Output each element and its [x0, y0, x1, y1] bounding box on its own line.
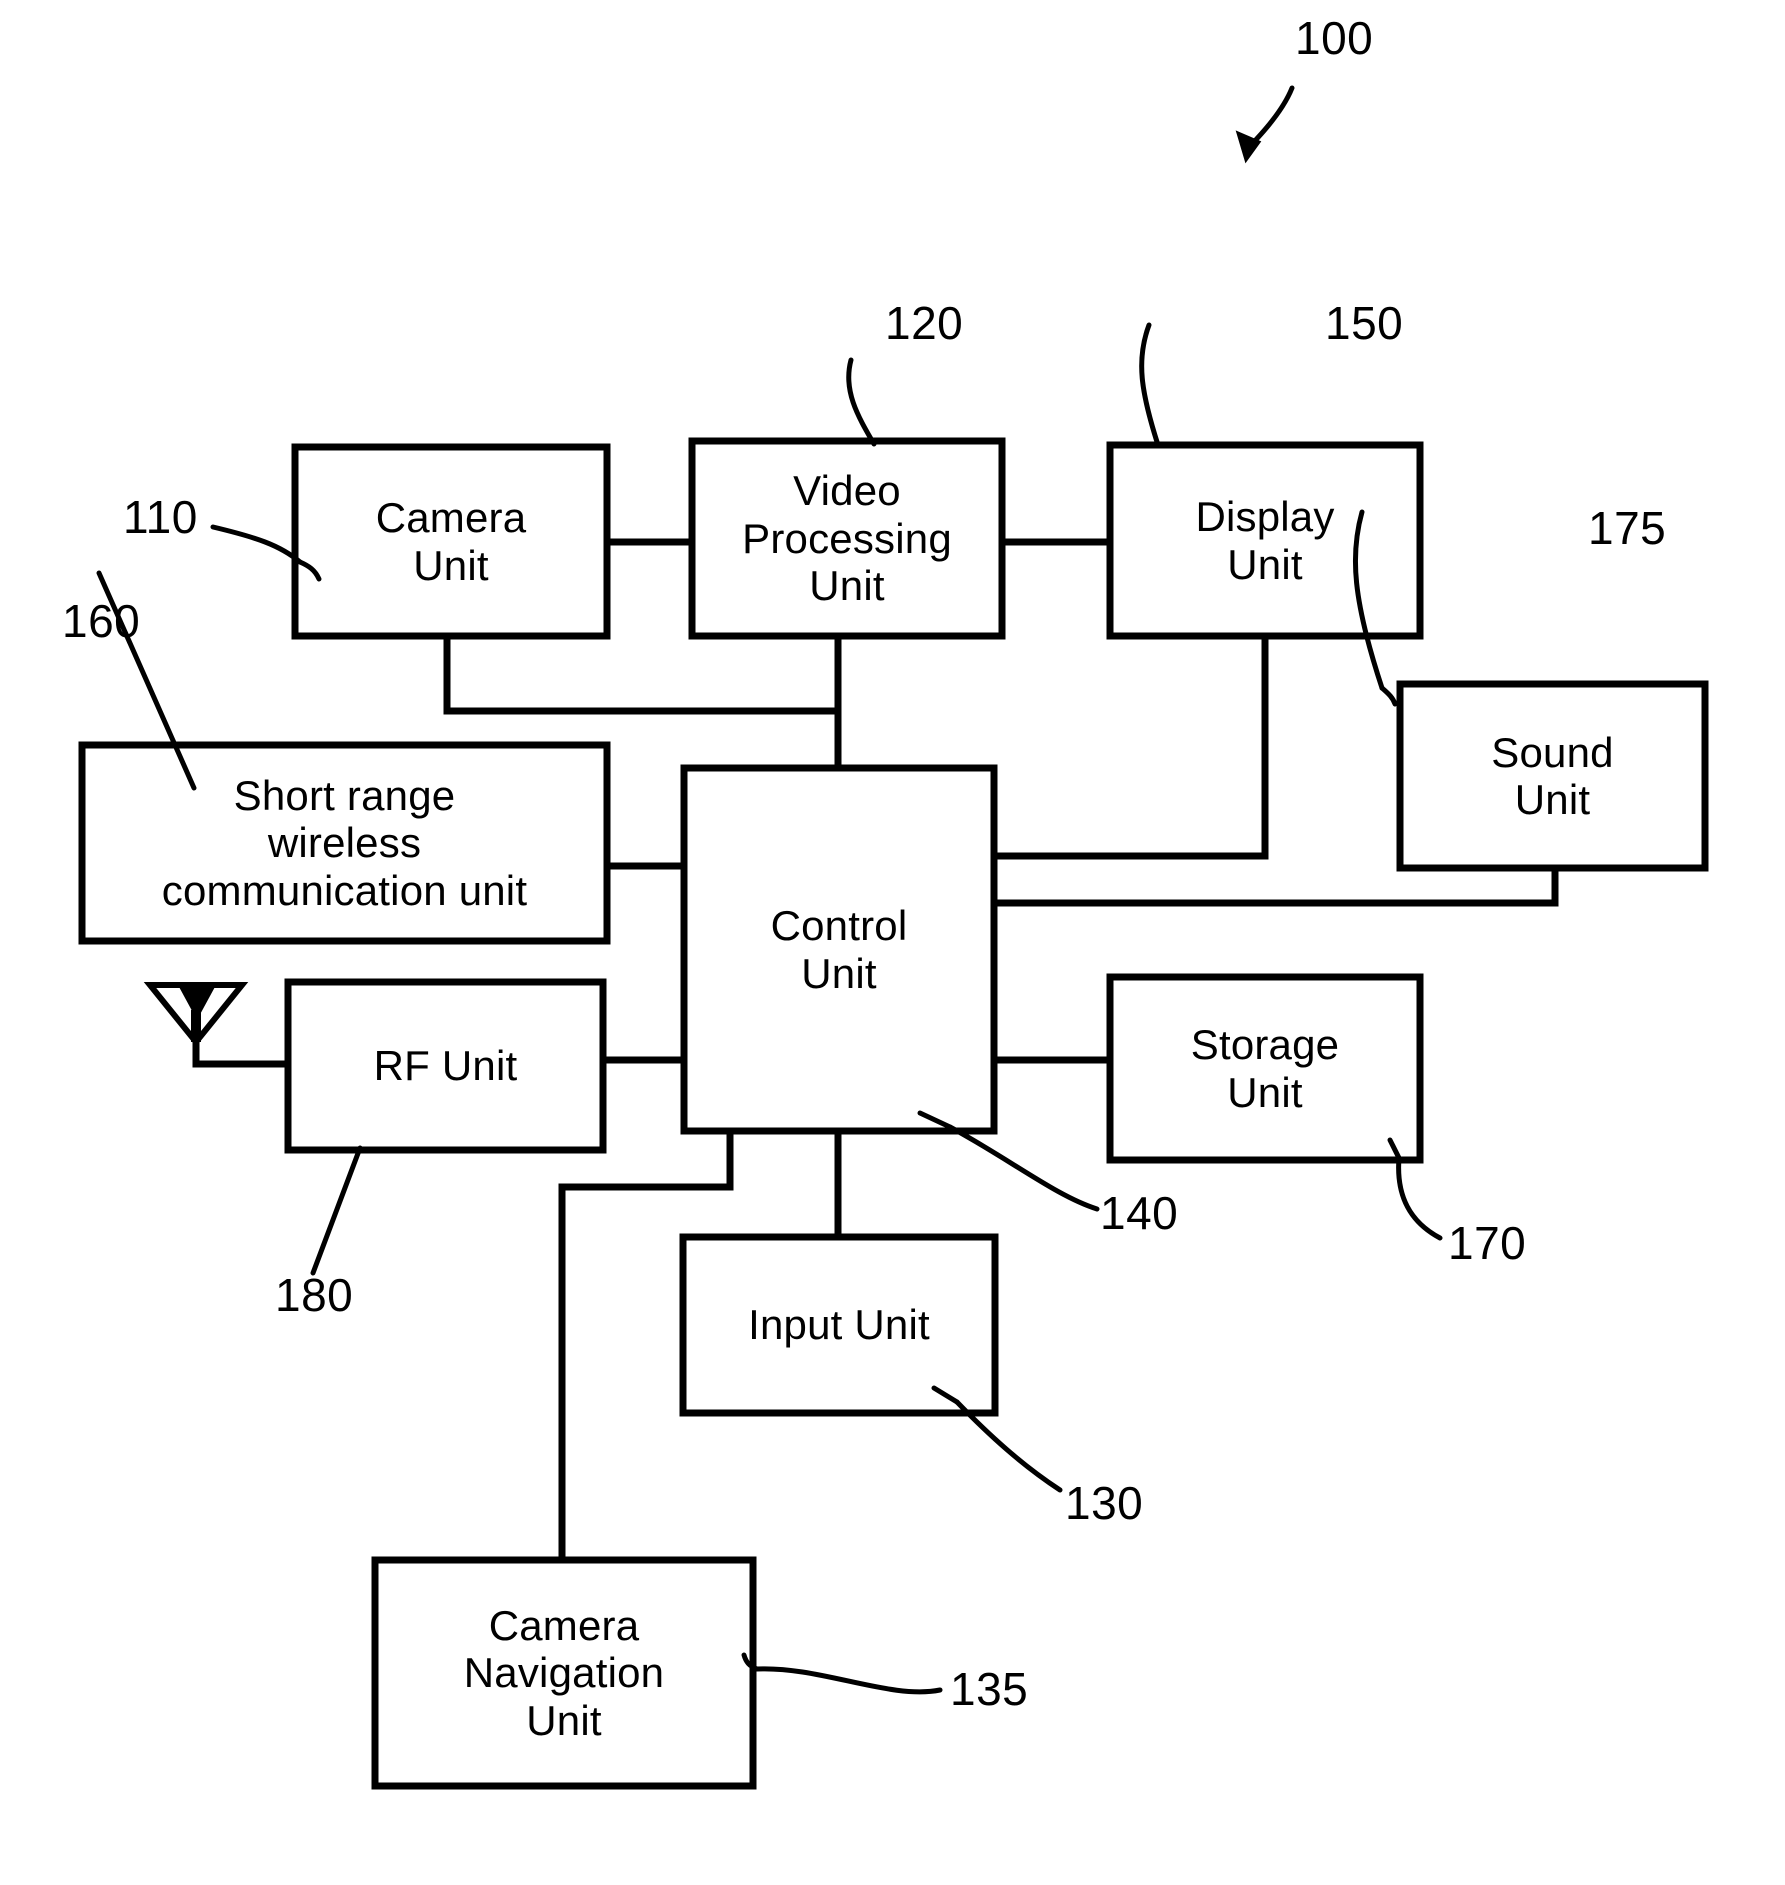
antenna-icon-fill [178, 985, 216, 1020]
leader-135 [754, 1666, 943, 1695]
patent-figure: Camera Unit Video Processing Unit Displa… [0, 0, 1785, 1885]
video-processing-box[interactable] [688, 437, 1006, 640]
short-range-box[interactable] [78, 741, 611, 945]
figure-reference-number: 100 [1295, 12, 1374, 64]
reference-number-110: 110 [123, 491, 198, 543]
link-control-to-camera-navigation [558, 1127, 734, 1564]
display-unit-box[interactable] [1106, 441, 1424, 640]
camera-unit-box[interactable] [291, 443, 611, 640]
leader-175 [1352, 509, 1385, 691]
rf-unit-box[interactable] [284, 978, 607, 1154]
diagram-canvas [78, 85, 1709, 1790]
sound-unit-box[interactable] [1396, 680, 1709, 872]
reference-number-140: 140 [1100, 1187, 1179, 1239]
leader-110-hook [297, 559, 322, 582]
reference-number-120: 120 [885, 297, 964, 349]
reference-number-180: 180 [275, 1269, 354, 1321]
camera-navigation-box[interactable] [371, 1556, 757, 1790]
leader-140-hook [917, 1110, 953, 1130]
leader-170 [1396, 1155, 1443, 1241]
input-unit-box[interactable] [679, 1233, 999, 1417]
leader-120 [846, 357, 877, 447]
control-unit-box[interactable] [680, 764, 998, 1135]
leader-130-hook [931, 1385, 960, 1405]
reference-number-175: 175 [1588, 502, 1667, 554]
reference-number-135: 135 [950, 1663, 1029, 1715]
storage-unit-box[interactable] [1106, 973, 1424, 1164]
link-camera-to-control [443, 632, 842, 715]
link-display-to-control [990, 632, 1269, 860]
leader-140 [947, 1124, 1100, 1212]
leader-130 [954, 1399, 1063, 1493]
leader-170-hook [1387, 1137, 1402, 1161]
leader-150 [1139, 322, 1161, 448]
leader-110 [210, 524, 303, 565]
leader-175-hook [1379, 685, 1398, 707]
reference-number-170: 170 [1448, 1217, 1527, 1269]
link-sound-to-control [990, 864, 1559, 907]
reference-number-160: 160 [62, 595, 141, 647]
leader-180 [310, 1145, 363, 1276]
reference-number-150: 150 [1325, 297, 1404, 349]
reference-number-130: 130 [1065, 1477, 1144, 1529]
antenna-lead-line [192, 1036, 292, 1068]
